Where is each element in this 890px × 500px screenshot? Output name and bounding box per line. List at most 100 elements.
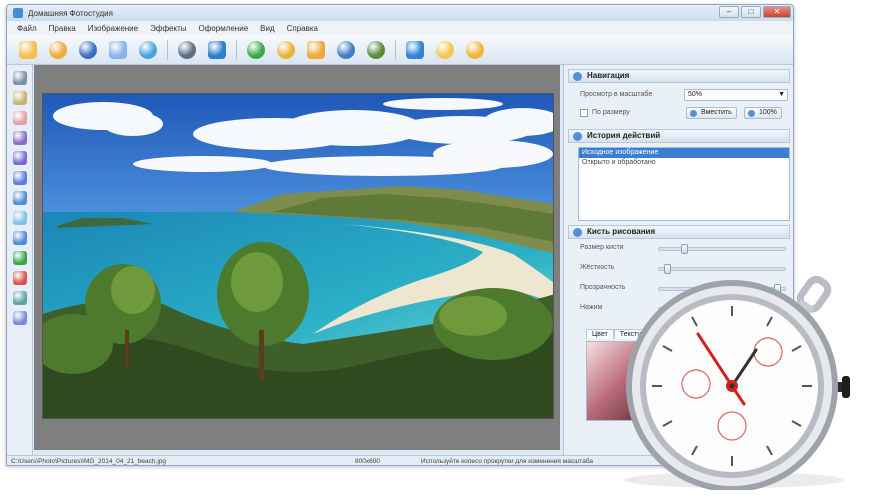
mail-button[interactable] [434, 39, 456, 61]
menu-item[interactable]: Файл [11, 24, 43, 33]
slider-track[interactable] [658, 244, 786, 254]
history-item[interactable]: Открыто и обработано [579, 158, 789, 168]
save-disk-button[interactable] [77, 39, 99, 61]
calendar-icon [337, 40, 355, 59]
menu-item[interactable]: Справка [281, 24, 324, 33]
tool-button[interactable] [12, 151, 27, 165]
slider-label: Жёсткость [580, 264, 615, 271]
zoom-100-icon [748, 110, 755, 117]
redo-arrow-icon [208, 40, 226, 59]
menu-bar: Файл Правка Изображение Эффекты Оформление Ви… [7, 21, 793, 35]
status-hint: Используйте колесо прокрутки для изменен… [421, 458, 594, 465]
tool-button[interactable] [12, 191, 27, 205]
brush-icon [277, 40, 295, 59]
beach-landscape-image [43, 94, 553, 418]
undo-arrow-button[interactable] [176, 39, 198, 61]
chat-bubble-button[interactable] [47, 39, 69, 61]
history-list[interactable]: Исходное изображение Открыто и обработано [578, 147, 790, 221]
slider-handle[interactable] [681, 244, 688, 254]
chevron-down-icon: ▼ [778, 91, 785, 98]
calendar-button[interactable] [335, 39, 357, 61]
history-item[interactable]: Исходное изображение [579, 148, 789, 158]
brush-title: Кисть рисования [587, 227, 656, 236]
tool-button[interactable] [12, 71, 27, 85]
window-controls: – □ ✕ [719, 6, 791, 18]
menu-item[interactable]: Оформление [192, 24, 254, 33]
navigation-panel-header[interactable]: Навигация [568, 69, 790, 83]
tool-button[interactable] [12, 291, 27, 305]
slider-label: Нажим [580, 304, 603, 311]
fit-button-label: Вместить [701, 109, 732, 116]
globe-button[interactable] [404, 39, 426, 61]
tool-button[interactable] [12, 211, 27, 225]
zoom-label: Просмотр в масштабе [580, 91, 653, 98]
slider-label: Размер кисти [580, 244, 624, 251]
toolbar-separator [236, 39, 237, 60]
chat-bubble-icon [49, 40, 67, 59]
save-disk-icon [79, 40, 97, 59]
menu-item[interactable]: Вид [254, 24, 280, 33]
fit-button[interactable]: Вместить [686, 107, 737, 119]
menu-item[interactable]: Эффекты [144, 24, 192, 33]
toolbar-separator [395, 39, 396, 60]
home-button[interactable] [464, 39, 486, 61]
info-button[interactable] [137, 39, 159, 61]
tool-button[interactable] [12, 111, 27, 125]
fit-checkbox[interactable] [580, 109, 588, 117]
frame-button[interactable] [305, 39, 327, 61]
status-file-path: C:\Users\Photo\Pictures\IMG_2014_04_21_b… [11, 458, 167, 465]
navigation-icon [573, 72, 582, 81]
home-icon [466, 40, 484, 59]
frame-icon [307, 40, 325, 59]
status-image-size: 800x600 [355, 458, 380, 465]
tool-button[interactable] [12, 251, 27, 265]
brush-icon [573, 228, 582, 237]
collage-button[interactable] [365, 39, 387, 61]
zoom-value: 50% [688, 91, 703, 98]
globe-icon [406, 40, 424, 59]
zoom-select[interactable]: 50% ▼ [684, 89, 788, 101]
open-folder-button[interactable] [17, 39, 39, 61]
canvas-area[interactable] [34, 65, 560, 450]
mail-icon [436, 40, 454, 59]
tool-button[interactable] [12, 91, 27, 105]
collage-icon [367, 40, 385, 59]
slider-track[interactable] [658, 264, 786, 274]
tools-sidebar [7, 65, 33, 455]
toolbar-separator [167, 39, 168, 60]
undo-arrow-icon [178, 40, 196, 59]
maximize-button[interactable]: □ [741, 6, 761, 18]
redo-arrow-button[interactable] [206, 39, 228, 61]
info-icon [139, 40, 157, 59]
zoom-100-label: 100% [759, 109, 777, 116]
navigation-title: Навигация [587, 71, 630, 80]
tool-button[interactable] [12, 311, 27, 325]
app-logo-icon [13, 8, 23, 18]
close-button[interactable]: ✕ [763, 6, 791, 18]
tool-button[interactable] [12, 231, 27, 245]
cloud-icon [109, 40, 127, 59]
zoom-100-button[interactable]: 100% [744, 107, 782, 119]
text-tool-button[interactable] [245, 39, 267, 61]
brush-button[interactable] [275, 39, 297, 61]
photo-canvas[interactable] [42, 93, 554, 419]
cloud-button[interactable] [107, 39, 129, 61]
title-bar[interactable]: Домашняя Фотостудия – □ ✕ [7, 5, 793, 21]
history-icon [573, 132, 582, 141]
menu-item[interactable]: Правка [43, 24, 82, 33]
minimize-button[interactable]: – [719, 6, 739, 18]
fit-label: По размеру [592, 109, 630, 116]
fit-icon [690, 110, 697, 117]
tool-button[interactable] [12, 171, 27, 185]
window-title: Домашняя Фотостудия [28, 8, 113, 18]
tool-button[interactable] [12, 131, 27, 145]
open-folder-icon [19, 40, 37, 59]
main-toolbar [7, 35, 793, 65]
history-panel-header[interactable]: История действий [568, 129, 790, 143]
text-tool-icon [247, 40, 265, 59]
menu-item[interactable]: Изображение [82, 24, 144, 33]
tool-button[interactable] [12, 271, 27, 285]
slider-handle[interactable] [664, 264, 671, 274]
history-title: История действий [587, 131, 661, 140]
brush-panel-header[interactable]: Кисть рисования [568, 225, 790, 239]
